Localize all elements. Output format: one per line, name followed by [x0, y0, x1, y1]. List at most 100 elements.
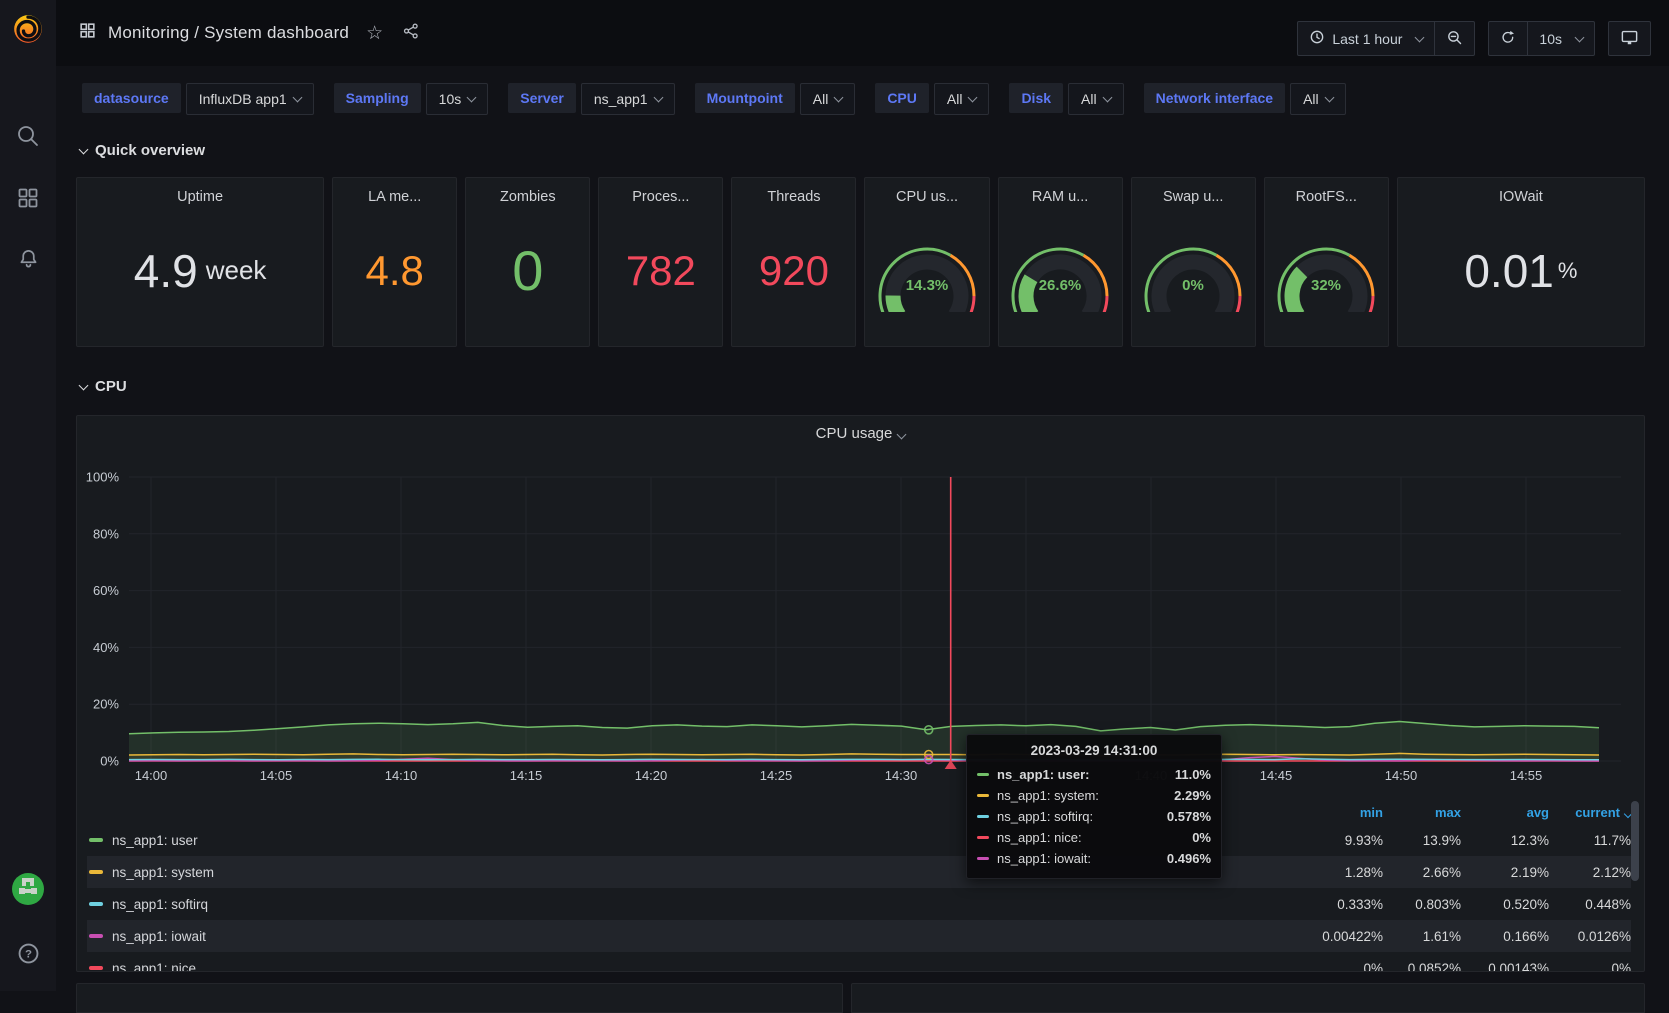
- chevron-down-icon: [653, 93, 663, 103]
- tooltip-series: ns_app1: user:: [997, 767, 1089, 782]
- gauge-panel-cpu-used: CPU us... 14.3%: [864, 177, 989, 347]
- refresh-picker[interactable]: 10s: [1488, 21, 1595, 56]
- row-title: CPU: [95, 378, 127, 395]
- variable-label[interactable]: datasource: [82, 83, 181, 113]
- breadcrumb[interactable]: Monitoring / System dashboard ☆: [78, 0, 420, 66]
- stats-row: Uptime 4.9week LA me... 4.8 Zombies 0 Pr…: [76, 177, 1645, 347]
- chevron-down-icon: [968, 93, 978, 103]
- variable-label[interactable]: Disk: [1009, 83, 1063, 113]
- legend-row-user[interactable]: ns_app1: user 9.93% 13.9% 12.3% 11.7%: [87, 824, 1631, 856]
- dashboards-icon[interactable]: [0, 178, 56, 218]
- variable-label[interactable]: Network interface: [1144, 83, 1285, 113]
- variable-value-dropdown[interactable]: 10s: [426, 83, 489, 115]
- variable-value-dropdown[interactable]: All: [1290, 83, 1346, 115]
- tooltip-series: ns_app1: softirq:: [997, 809, 1093, 824]
- svg-text:32%: 32%: [1311, 277, 1341, 294]
- stat-title: Swap u...: [1163, 189, 1223, 205]
- legend-max: 1.61%: [1383, 929, 1461, 944]
- legend-row-softirq[interactable]: ns_app1: softirq 0.333% 0.803% 0.520% 0.…: [87, 888, 1631, 920]
- variable-value-dropdown[interactable]: All: [1068, 83, 1124, 115]
- stat-unit: %: [1558, 258, 1578, 284]
- search-icon[interactable]: [0, 116, 56, 156]
- row-title: Quick overview: [95, 142, 205, 159]
- legend-col-min[interactable]: min: [1293, 805, 1383, 820]
- legend-col-current[interactable]: current: [1549, 805, 1631, 820]
- svg-text:14:15: 14:15: [510, 768, 543, 783]
- stat-title: IOWait: [1499, 189, 1543, 205]
- zoom-out-button[interactable]: [1435, 22, 1474, 55]
- stat-panel-iowait: IOWait 0.01%: [1397, 177, 1645, 347]
- refresh-icon: [1500, 29, 1516, 48]
- row-cpu[interactable]: CPU: [80, 378, 127, 395]
- grafana-logo-icon[interactable]: [0, 8, 56, 50]
- gauge: 0%: [1138, 205, 1248, 346]
- svg-text:14:50: 14:50: [1385, 768, 1418, 783]
- legend-avg: 12.3%: [1461, 833, 1549, 848]
- tooltip-row: ns_app1: iowait:0.496%: [977, 848, 1211, 869]
- stat-title: Uptime: [177, 189, 223, 205]
- refresh-interval-button[interactable]: 10s: [1528, 22, 1594, 55]
- variable-label[interactable]: Sampling: [334, 83, 421, 113]
- legend-current: 2.12%: [1549, 865, 1631, 880]
- share-icon[interactable]: [402, 22, 420, 45]
- legend-col-avg[interactable]: avg: [1461, 805, 1549, 820]
- variable-label[interactable]: Mountpoint: [695, 83, 795, 113]
- legend-avg: 0.00143%: [1461, 961, 1549, 973]
- variable-sampling: Sampling 10s: [334, 83, 489, 115]
- variable-value: All: [1303, 91, 1319, 107]
- series-label: ns_app1: system: [112, 865, 214, 880]
- legend-avg: 2.19%: [1461, 865, 1549, 880]
- chevron-down-icon: [1415, 32, 1425, 42]
- gauge-panel-ram-used: RAM u... 26.6%: [998, 177, 1123, 347]
- variable-datasource: datasource InfluxDB app1: [82, 83, 314, 115]
- svg-text:0%: 0%: [1182, 277, 1204, 294]
- variable-value-dropdown[interactable]: InfluxDB app1: [186, 83, 314, 115]
- svg-text:80%: 80%: [93, 526, 119, 541]
- next-panel-right: [851, 983, 1645, 1013]
- legend-row-nice[interactable]: ns_app1: nice 0% 0.0852% 0.00143% 0%: [87, 952, 1631, 972]
- variable-value-dropdown[interactable]: All: [800, 83, 856, 115]
- variable-value: ns_app1: [594, 91, 648, 107]
- clock-icon: [1309, 29, 1325, 48]
- user-avatar[interactable]: [0, 872, 56, 906]
- series-swatch: [977, 815, 989, 818]
- alerting-bell-icon[interactable]: [0, 238, 56, 278]
- help-icon[interactable]: ?: [0, 938, 56, 968]
- time-range-button[interactable]: Last 1 hour: [1298, 22, 1434, 55]
- chevron-down-icon: [79, 145, 89, 155]
- time-picker[interactable]: Last 1 hour: [1297, 21, 1475, 56]
- variable-cpu: CPU All: [875, 83, 989, 115]
- legend-row-iowait[interactable]: ns_app1: iowait 0.00422% 1.61% 0.166% 0.…: [87, 920, 1631, 952]
- legend-current: 0.448%: [1549, 897, 1631, 912]
- stat-title: RootFS...: [1296, 189, 1357, 205]
- page-title[interactable]: Monitoring / System dashboard: [108, 23, 349, 43]
- legend-col-max[interactable]: max: [1383, 805, 1461, 820]
- variable-label[interactable]: CPU: [875, 83, 929, 113]
- series-swatch: [89, 838, 103, 842]
- legend-current: 11.7%: [1549, 833, 1631, 848]
- svg-text:60%: 60%: [93, 583, 119, 598]
- stat-panel-zombies: Zombies 0: [465, 177, 590, 347]
- row-quick-overview[interactable]: Quick overview: [80, 142, 205, 159]
- series-label: ns_app1: user: [112, 833, 198, 848]
- svg-text:14:45: 14:45: [1260, 768, 1293, 783]
- svg-text:26.6%: 26.6%: [1039, 277, 1082, 294]
- kiosk-mode-button[interactable]: [1608, 21, 1651, 56]
- series-label: ns_app1: softirq: [112, 897, 208, 912]
- star-favorite-icon[interactable]: ☆: [366, 22, 383, 45]
- legend-scrollbar[interactable]: [1631, 801, 1639, 881]
- series-swatch: [977, 857, 989, 860]
- chevron-down-icon: [1575, 32, 1585, 42]
- next-panel-left: [76, 983, 843, 1013]
- stat-title: Threads: [767, 189, 820, 205]
- variable-value-dropdown[interactable]: ns_app1: [581, 83, 675, 115]
- legend-row-system[interactable]: ns_app1: system 1.28% 2.66% 2.19% 2.12%: [87, 856, 1631, 888]
- svg-text:14.3%: 14.3%: [906, 277, 949, 294]
- variable-value-dropdown[interactable]: All: [934, 83, 990, 115]
- cpu-usage-panel: CPU usage 0%20%40%60%80%100%14:0014:0514…: [76, 415, 1645, 972]
- variable-label[interactable]: Server: [508, 83, 576, 113]
- refresh-button[interactable]: [1489, 22, 1527, 55]
- svg-text:100%: 100%: [86, 470, 120, 485]
- svg-text:14:30: 14:30: [885, 768, 918, 783]
- stat-panel-processes: Proces... 782: [598, 177, 723, 347]
